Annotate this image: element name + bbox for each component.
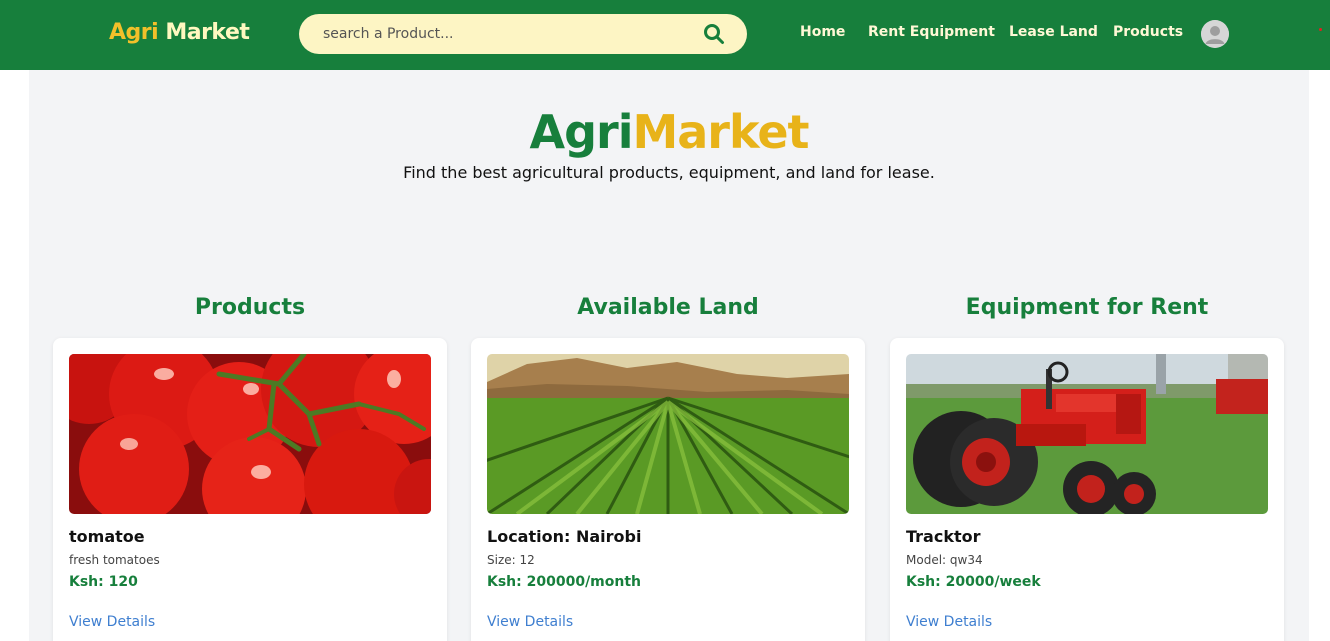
land-image-field	[487, 354, 849, 514]
available-land-heading: Available Land	[577, 295, 759, 320]
brand-part-agri: Agri	[109, 20, 159, 45]
search-bar	[299, 14, 747, 54]
equipment-price: Ksh: 20000/week	[906, 574, 1041, 590]
equipment-heading: Equipment for Rent	[965, 295, 1209, 320]
nav-link-lease-land[interactable]: Lease Land	[1009, 24, 1098, 40]
nav-link-products[interactable]: Products	[1113, 24, 1183, 40]
land-price: Ksh: 200000/month	[487, 574, 642, 590]
equipment-card: Tracktor Model: qw34 Ksh: 20000/week Vie…	[890, 338, 1284, 641]
product-image-tomatoes	[69, 354, 431, 514]
search-input[interactable]	[299, 14, 699, 54]
land-card: Location: Nairobi Size: 12 Ksh: 200000/m…	[471, 338, 865, 641]
product-title: tomatoe	[69, 527, 145, 546]
user-avatar-icon[interactable]	[1201, 20, 1229, 48]
search-icon[interactable]	[703, 23, 725, 45]
land-size: Size: 12	[487, 553, 535, 567]
top-navbar: Agri Market Home Rent Equipment Lease La…	[0, 0, 1330, 70]
equipment-model: Model: qw34	[906, 553, 983, 567]
equipment-view-details-link[interactable]: View Details	[906, 614, 992, 630]
brand-part-market: Market	[165, 20, 250, 45]
brand-logo[interactable]: Agri Market	[109, 20, 250, 45]
nav-link-home[interactable]: Home	[800, 24, 845, 40]
notification-dot	[1319, 28, 1322, 31]
product-card: tomatoe fresh tomatoes Ksh: 120 View Det…	[53, 338, 447, 641]
product-view-details-link[interactable]: View Details	[69, 614, 155, 630]
hero-title-agri: Agri	[529, 105, 633, 159]
products-heading: Products	[194, 295, 306, 320]
land-location: Location: Nairobi	[487, 527, 642, 546]
hero-title: AgriMarket	[0, 105, 1330, 159]
hero-title-market: Market	[632, 105, 809, 159]
product-description: fresh tomatoes	[69, 553, 160, 567]
equipment-title: Tracktor	[906, 527, 981, 546]
nav-link-rent-equipment[interactable]: Rent Equipment	[868, 24, 995, 40]
hero-subtitle: Find the best agricultural products, equ…	[403, 163, 935, 182]
product-price: Ksh: 120	[69, 574, 138, 590]
land-view-details-link[interactable]: View Details	[487, 614, 573, 630]
equipment-image-tractor	[906, 354, 1268, 514]
